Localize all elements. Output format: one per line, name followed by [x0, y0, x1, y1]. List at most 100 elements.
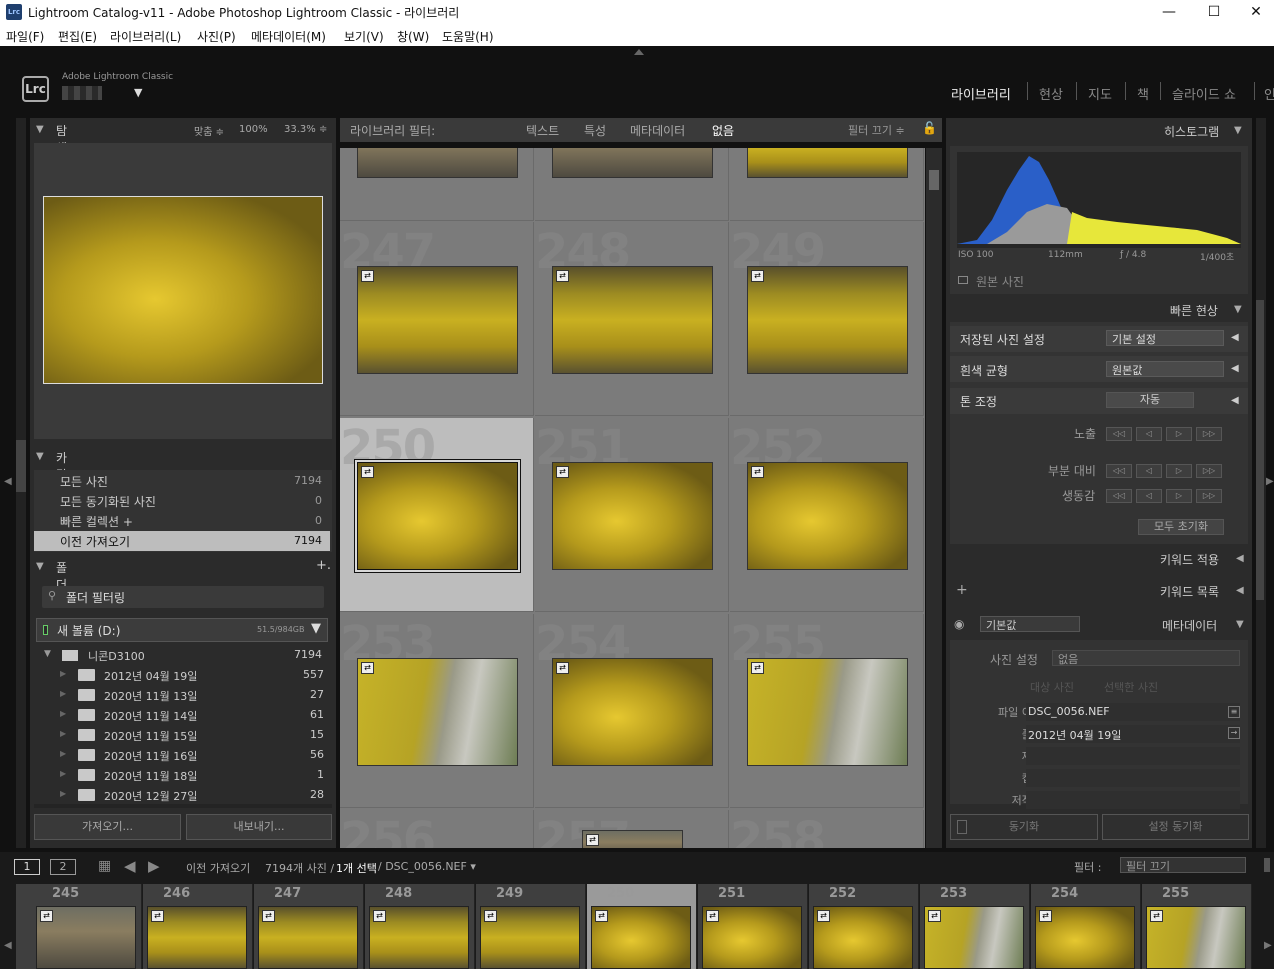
- folder-row[interactable]: ▶ 2020년 11월 13일 27: [60, 686, 330, 706]
- filmstrip-cell[interactable]: 253 ⇄: [920, 884, 1030, 969]
- thumbnail[interactable]: ⇄: [582, 830, 683, 848]
- auto-tone-button[interactable]: 자동: [1106, 392, 1194, 408]
- filmstrip-cell[interactable]: 245 ⇄: [32, 884, 142, 969]
- window-1-button[interactable]: 1: [14, 859, 40, 875]
- step-large-up-button[interactable]: ▷▷: [1196, 464, 1222, 478]
- folder-row[interactable]: ▶ 2020년 11월 14일 61: [60, 706, 330, 726]
- filmstrip-thumbnail[interactable]: ⇄: [1146, 906, 1246, 969]
- folder-row[interactable]: ▶ 2020년 11월 18일 1: [60, 766, 330, 786]
- filmstrip-filter-toggle[interactable]: [1264, 858, 1270, 872]
- folder-row[interactable]: ▶ 2020년 11월 16일 56: [60, 746, 330, 766]
- original-photo-checkbox[interactable]: [958, 276, 968, 284]
- step-up-button[interactable]: ▷: [1166, 427, 1192, 441]
- histogram-header[interactable]: 히스토그램 ▼: [1164, 123, 1244, 145]
- thumbnail[interactable]: [357, 148, 518, 178]
- filmstrip-cell[interactable]: 247 ⇄: [254, 884, 364, 969]
- zoom-custom[interactable]: 33.3% ≑: [284, 124, 327, 135]
- filmstrip-thumbnail[interactable]: ⇄: [1035, 906, 1135, 969]
- filmstrip-thumbnail[interactable]: ⇄: [369, 906, 469, 969]
- eye-icon[interactable]: ◉: [954, 617, 964, 631]
- maximize-button[interactable]: ☐: [1192, 2, 1236, 22]
- folder-row[interactable]: ▶ 2012년 04월 19일 557: [60, 666, 330, 686]
- metadata-field-value[interactable]: DSC_0056.NEF: [1026, 703, 1240, 721]
- menu-library[interactable]: 라이브러리(L): [110, 28, 181, 45]
- grid-cell[interactable]: 257 ⇄: [535, 810, 729, 848]
- export-button[interactable]: 내보내기...: [186, 814, 332, 840]
- grid-cell[interactable]: [535, 148, 729, 221]
- grid-cell[interactable]: 254 ⇄: [535, 614, 729, 808]
- filmstrip-thumbnail[interactable]: ⇄: [480, 906, 580, 969]
- tab-selected-photo[interactable]: 선택한 사진: [1104, 679, 1158, 695]
- filter-preset-dropdown[interactable]: 필터 끄기 ≑: [848, 122, 905, 138]
- source-label[interactable]: 이전 가져오기: [186, 860, 250, 876]
- collapse-triangle-icon[interactable]: ▼: [1236, 619, 1244, 630]
- expand-triangle-icon[interactable]: ▶: [60, 789, 66, 798]
- thumbnail[interactable]: ⇄: [357, 266, 518, 374]
- filmstrip-cell[interactable]: 250 ⇄: [587, 884, 697, 969]
- left-scrollbar-thumb[interactable]: [16, 440, 26, 492]
- module-book[interactable]: 책: [1137, 84, 1149, 103]
- close-button[interactable]: ✕: [1238, 2, 1274, 22]
- grid-scrollbar-thumb[interactable]: [929, 170, 939, 190]
- grid-view-icon[interactable]: ▦: [98, 858, 111, 874]
- filmstrip-cell[interactable]: 252 ⇄: [809, 884, 919, 969]
- step-up-button[interactable]: ▷: [1166, 489, 1192, 503]
- zoom-100[interactable]: 100%: [239, 124, 268, 135]
- navigator-preview-image[interactable]: [43, 196, 323, 384]
- filmstrip-thumbnail[interactable]: ⇄: [924, 906, 1024, 969]
- filmstrip-thumbnail[interactable]: ⇄: [36, 906, 136, 969]
- grid-cell[interactable]: 251 ⇄: [535, 418, 729, 612]
- module-develop[interactable]: 현상: [1039, 84, 1063, 103]
- grid-cell[interactable]: 258: [730, 810, 924, 848]
- expand-left-icon[interactable]: ◀: [1231, 363, 1239, 374]
- expand-left-icon[interactable]: ◀: [1231, 332, 1239, 343]
- current-file[interactable]: / DSC_0056.NEF ▾: [378, 860, 476, 873]
- left-panel-toggle-icon[interactable]: ◀: [4, 476, 12, 487]
- menu-view[interactable]: 보기(V): [344, 28, 384, 45]
- grid-cell[interactable]: 252 ⇄: [730, 418, 924, 612]
- volume-row[interactable]: 새 볼륨 (D:) 51.5/984GB ▼: [36, 618, 328, 642]
- step-large-down-button[interactable]: ◁◁: [1106, 489, 1132, 503]
- expand-triangle-icon[interactable]: ▶: [60, 769, 66, 778]
- catalog-item[interactable]: 모든 사진 7194: [34, 471, 330, 491]
- thumbnail[interactable]: [552, 148, 713, 178]
- filter-metadata-tab[interactable]: 메타데이터: [630, 122, 685, 139]
- grid-cell[interactable]: 255 ⇄: [730, 614, 924, 808]
- filmstrip-filter-dropdown[interactable]: 필터 끄기: [1120, 857, 1246, 873]
- add-keyword-icon[interactable]: +: [956, 582, 968, 598]
- thumbnail[interactable]: ⇄: [357, 658, 518, 766]
- window-2-button[interactable]: 2: [50, 859, 76, 875]
- add-folder-icon[interactable]: +.: [316, 558, 331, 573]
- expand-left-icon[interactable]: ◀: [1236, 585, 1244, 596]
- metadata-field-value[interactable]: [1026, 747, 1240, 765]
- folder-row[interactable]: ▶ 2020년 12월 27일 28: [60, 786, 330, 806]
- metadata-preset-dropdown[interactable]: 기본값: [980, 616, 1080, 632]
- reset-all-button[interactable]: 모두 초기화: [1138, 519, 1224, 535]
- filmstrip-thumbnail[interactable]: ⇄: [591, 906, 691, 969]
- menu-file[interactable]: 파일(F): [6, 28, 44, 45]
- metadata-field-value[interactable]: [1026, 769, 1240, 787]
- quick-develop-header[interactable]: 빠른 현상 ▼: [1170, 302, 1250, 324]
- expand-left-icon[interactable]: ◀: [1231, 395, 1239, 406]
- sync-toggle-icon[interactable]: [957, 820, 967, 834]
- grid-cell[interactable]: 256: [340, 810, 534, 848]
- step-down-button[interactable]: ◁: [1136, 489, 1162, 503]
- expand-left-icon[interactable]: ◀: [1236, 553, 1244, 564]
- collapse-top-icon[interactable]: [634, 49, 644, 55]
- zoom-fit[interactable]: 맞춤 ≑: [194, 123, 224, 138]
- sync-settings-button[interactable]: 설정 동기화: [1102, 814, 1249, 840]
- grid-cell[interactable]: 248 ⇄: [535, 222, 729, 416]
- identity-dropdown-icon[interactable]: ▼: [134, 86, 142, 99]
- histogram-graph[interactable]: [957, 152, 1241, 248]
- thumbnail[interactable]: ⇄: [552, 266, 713, 374]
- metadata-header[interactable]: 메타데이터: [1162, 617, 1217, 634]
- grid-scrollbar[interactable]: [926, 148, 942, 848]
- expand-triangle-icon[interactable]: ▶: [60, 729, 66, 738]
- back-arrow-icon[interactable]: ◀: [124, 857, 136, 875]
- step-large-up-button[interactable]: ▷▷: [1196, 427, 1222, 441]
- step-down-button[interactable]: ◁: [1136, 464, 1162, 478]
- filmstrip-thumbnail[interactable]: ⇄: [813, 906, 913, 969]
- filmstrip-cell[interactable]: 246 ⇄: [143, 884, 253, 969]
- step-large-down-button[interactable]: ◁◁: [1106, 427, 1132, 441]
- thumbnail[interactable]: ⇄: [747, 266, 908, 374]
